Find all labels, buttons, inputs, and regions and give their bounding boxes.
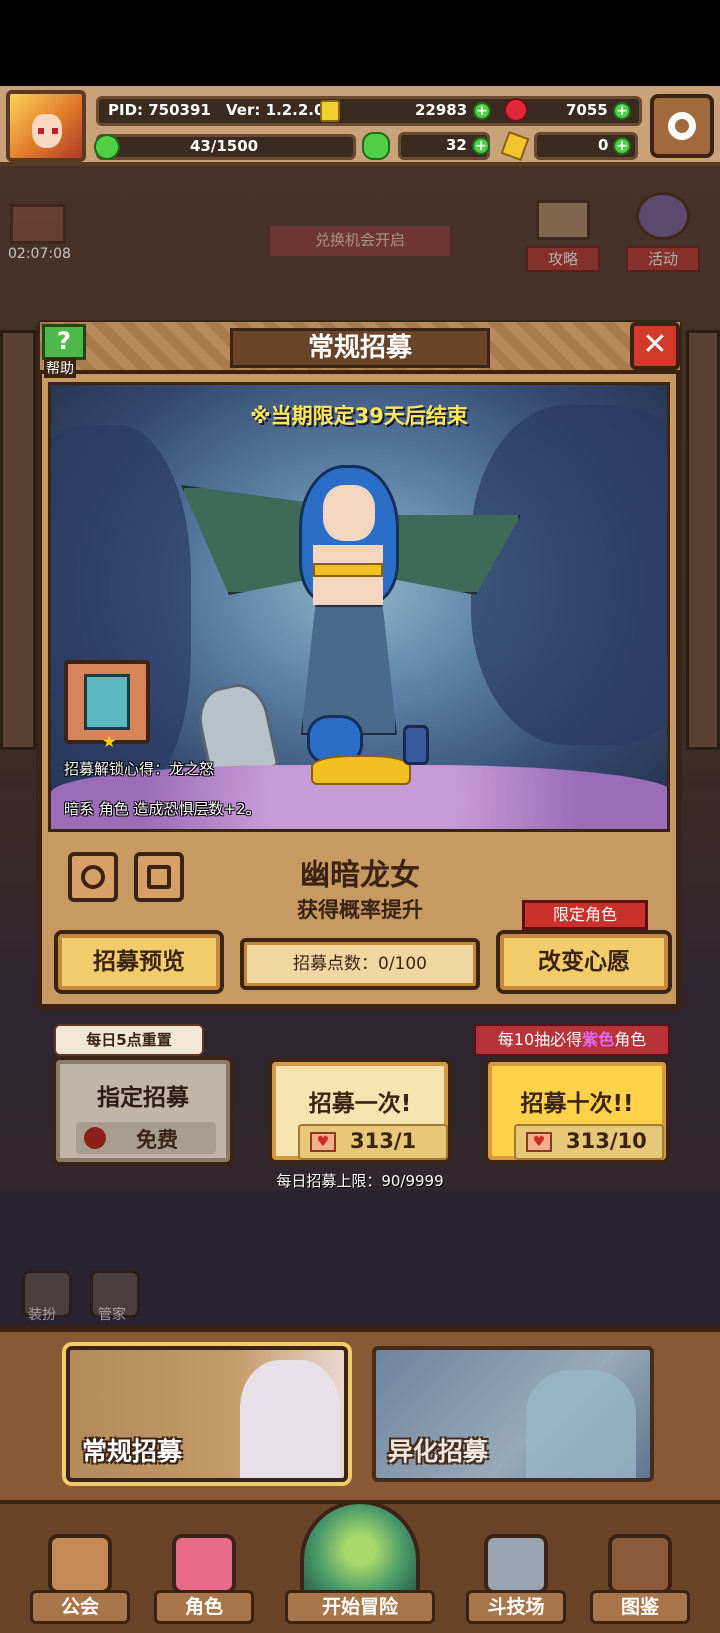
- heart-ticket-icon: ♥: [526, 1132, 552, 1152]
- nav-guild[interactable]: 公会: [20, 1530, 140, 1630]
- zoom-button[interactable]: [68, 852, 118, 902]
- pool-character-art: [526, 1370, 636, 1478]
- settings-button[interactable]: [650, 94, 714, 158]
- character-name: 幽暗龙女: [300, 858, 420, 893]
- details-button[interactable]: [134, 852, 184, 902]
- bg-shelf-right: [686, 330, 720, 750]
- daily-reset-tag: 每日5点重置: [54, 1024, 204, 1056]
- recruit-once-title: 招募一次!: [308, 1091, 412, 1117]
- recruit-ten-button[interactable]: 招募十次!! ♥ 313/10: [484, 1058, 670, 1164]
- guide-label[interactable]: 攻略: [526, 246, 600, 272]
- timer-text: 02:07:08: [8, 246, 71, 262]
- coin-icon: [320, 100, 340, 122]
- orb-icon: [84, 1127, 106, 1149]
- free-label: 免费: [136, 1128, 178, 1152]
- clover-icon-small: [94, 134, 120, 160]
- add-ticket-button[interactable]: +: [613, 137, 631, 155]
- recruit-ten-cost: ♥ 313/10: [514, 1124, 664, 1160]
- nav-arena[interactable]: 斗技场: [456, 1530, 576, 1630]
- unlock-text-line1: 招募解锁心得：龙之怒: [64, 760, 215, 778]
- gem-value: 7055: [566, 101, 608, 119]
- crossed-swords-icon: [484, 1534, 548, 1594]
- limited-character-tag: 限定角色: [522, 900, 648, 930]
- tab-normal-recruit[interactable]: 常规招募: [66, 1346, 348, 1482]
- character-face-icon: [172, 1534, 236, 1594]
- change-wish-button[interactable]: 改变心愿: [496, 930, 672, 994]
- guarantee-color: 紫色: [582, 1030, 615, 1049]
- heart-ticket-icon: ♥: [310, 1132, 336, 1152]
- unlock-text-line2: 暗系 角色 造成恐惧层数+2。: [64, 800, 261, 818]
- recruit-once-cost-value: 313/1: [350, 1129, 417, 1153]
- event-label[interactable]: 活动: [626, 246, 700, 272]
- nav-character[interactable]: 角色: [144, 1530, 264, 1630]
- pool-character-art: [240, 1360, 340, 1478]
- lantern-icon: [403, 725, 429, 765]
- help-label: 帮助: [44, 358, 76, 378]
- add-gem-button[interactable]: +: [613, 102, 631, 120]
- guarantee-pre: 每10抽必得: [497, 1030, 583, 1049]
- ticket-value: 0: [598, 136, 609, 154]
- question-icon: ?: [42, 324, 86, 360]
- star-icon: ★: [102, 732, 117, 751]
- tab-alternate-label: 异化招募: [388, 1437, 489, 1466]
- recruit-preview-button[interactable]: 招募预览: [54, 930, 224, 994]
- recruit-once-cost: ♥ 313/1: [298, 1124, 448, 1160]
- butler-label: 管家: [98, 1307, 126, 1323]
- pid-text: PID: 750391: [108, 101, 211, 119]
- exchange-banner[interactable]: 兑换机会开启: [270, 226, 450, 256]
- tab-normal-label: 常规招募: [82, 1437, 183, 1466]
- guild-house-icon: [48, 1534, 112, 1594]
- tab-alternate-recruit[interactable]: 异化招募: [372, 1346, 654, 1482]
- guarantee-tag: 每10抽必得紫色角色: [474, 1024, 670, 1056]
- recruit-ten-cost-value: 313/10: [566, 1129, 647, 1153]
- add-clover-button[interactable]: +: [472, 137, 490, 155]
- exp-text: 43/1500: [190, 137, 259, 155]
- magnifier-icon: [81, 865, 105, 889]
- character-face: [323, 485, 375, 541]
- nav-codex[interactable]: 图鉴: [580, 1530, 700, 1630]
- daily-limit-text: 每日招募上限：90/9999: [276, 1172, 444, 1190]
- skill-book-icon: [84, 674, 130, 730]
- balloon-icon[interactable]: [636, 192, 690, 240]
- player-avatar[interactable]: [6, 90, 86, 162]
- nav-start-adventure[interactable]: 开始冒险: [270, 1500, 450, 1630]
- version-text: Ver: 1.2.2.0: [226, 101, 325, 119]
- limit-notice: ※当期限定39天后结束: [250, 404, 468, 428]
- guide-icon[interactable]: [536, 200, 590, 240]
- recruit-points: 招募点数：0/100: [240, 938, 480, 990]
- clover-icon: [362, 132, 390, 160]
- assigned-recruit-button[interactable]: 指定招募 免费: [52, 1056, 234, 1166]
- gem-icon: [504, 98, 528, 122]
- nav-adventure-label: 开始冒险: [285, 1590, 435, 1624]
- gear-icon: [668, 112, 696, 140]
- recruit-ten-title: 招募十次!!: [520, 1091, 634, 1117]
- dialog-title: 常规招募: [230, 328, 490, 368]
- assigned-recruit-cost: 免费: [76, 1122, 216, 1154]
- nav-character-label: 角色: [154, 1590, 254, 1624]
- character-belt: [313, 563, 383, 577]
- guarantee-post: 角色: [614, 1030, 647, 1049]
- assigned-recruit-title: 指定招募: [97, 1085, 189, 1111]
- outfit-label: 装扮: [28, 1307, 56, 1323]
- add-gold-button[interactable]: +: [473, 102, 491, 120]
- nav-arena-label: 斗技场: [466, 1590, 566, 1624]
- nav-codex-label: 图鉴: [590, 1590, 690, 1624]
- help-button[interactable]: ? 帮助: [40, 322, 88, 378]
- rate-up-text: 获得概率提升: [297, 898, 423, 922]
- bg-tree-left: [51, 425, 191, 805]
- unlock-skill-card[interactable]: ★: [64, 660, 150, 751]
- close-button[interactable]: ✕: [630, 322, 680, 370]
- clover-value: 32: [446, 136, 467, 154]
- bg-shelf-left: [0, 330, 36, 750]
- gift-icon[interactable]: [10, 204, 66, 244]
- document-icon: [147, 865, 171, 889]
- bg-tree-right: [471, 405, 667, 745]
- gold-pile: [311, 755, 411, 785]
- book-icon: [608, 1534, 672, 1594]
- recruit-once-button[interactable]: 招募一次! ♥ 313/1: [268, 1058, 452, 1164]
- nav-guild-label: 公会: [30, 1590, 130, 1624]
- gold-value: 22983: [415, 101, 468, 119]
